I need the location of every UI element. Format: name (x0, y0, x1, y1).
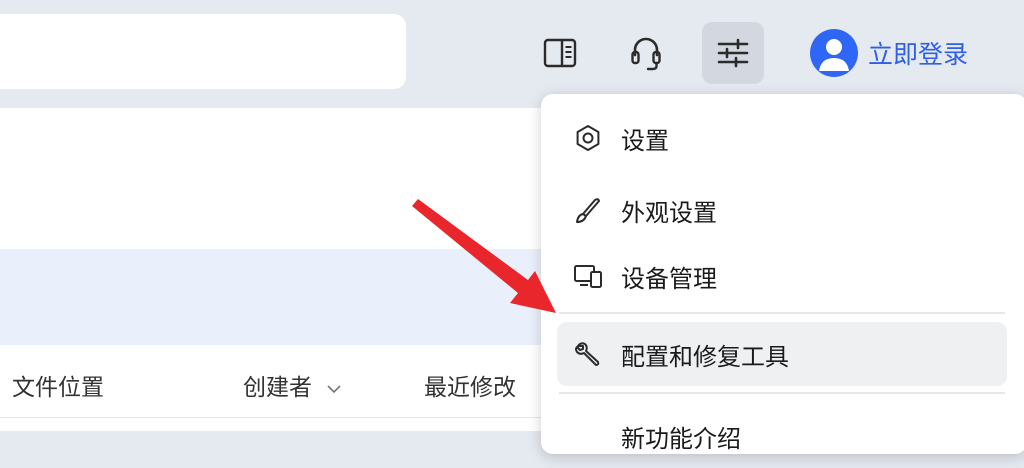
menu-item-appearance[interactable]: 外观设置 (557, 178, 1007, 242)
menu-item-devices[interactable]: 设备管理 (557, 244, 1007, 308)
menu-item-label: 配置和修复工具 (621, 343, 789, 371)
menu-divider (559, 392, 1005, 394)
column-header-creator-label: 创建者 (243, 374, 312, 400)
menu-item-icon-placeholder (571, 419, 605, 453)
headset-icon[interactable] (615, 22, 677, 84)
menu-item-label: 设置 (621, 127, 669, 155)
menu-item-settings[interactable]: 设置 (557, 106, 1007, 170)
menu-item-label: 设备管理 (621, 265, 717, 293)
top-bar: 立即登录 (0, 0, 1024, 108)
column-header-creator[interactable]: 创建者 (243, 368, 342, 402)
menu-item-label: 新功能介绍 (621, 425, 741, 453)
login-label: 立即登录 (868, 41, 969, 69)
avatar (810, 29, 858, 77)
menu-item-repair-tool[interactable]: 配置和修复工具 (557, 322, 1007, 386)
settings-dropdown-menu: 设置 外观设置 设备管理 配置和修复工具 新功能介绍 (541, 94, 1024, 454)
sliders-icon[interactable] (702, 22, 764, 84)
menu-item-whats-new[interactable]: 新功能介绍 (557, 404, 1007, 468)
brush-icon (571, 193, 605, 227)
column-header-modified[interactable]: 最近修改 (424, 368, 516, 402)
chevron-down-icon (327, 385, 341, 394)
sidebar-panel-icon[interactable] (529, 22, 591, 84)
column-header-location[interactable]: 文件位置 (12, 368, 104, 402)
search-input[interactable] (0, 14, 406, 89)
wrench-icon (571, 337, 605, 371)
gear-icon (571, 121, 605, 155)
devices-icon (571, 259, 605, 293)
menu-divider (559, 312, 1005, 314)
menu-item-label: 外观设置 (621, 199, 717, 227)
login-button[interactable]: 立即登录 (810, 26, 968, 80)
